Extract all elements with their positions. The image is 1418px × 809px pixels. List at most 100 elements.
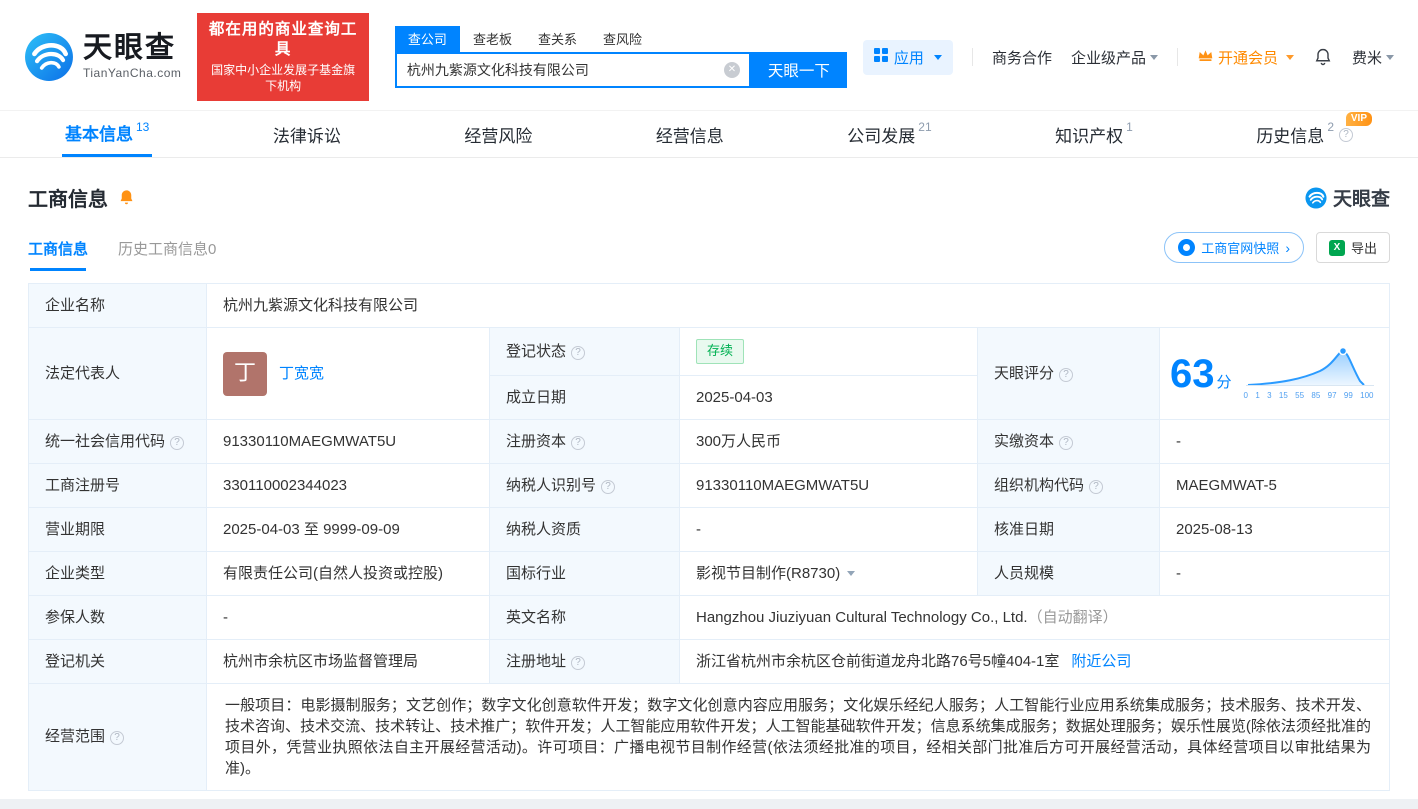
field-value-english-name: Hangzhou Jiuziyuan Cultural Technology C… — [680, 595, 1390, 639]
search-input[interactable] — [397, 54, 749, 86]
search-tab-risk[interactable]: 查风险 — [590, 26, 655, 52]
snapshot-label: 工商官网快照 — [1201, 238, 1279, 257]
open-vip-button[interactable]: 开通会员 — [1197, 47, 1294, 68]
help-icon[interactable] — [1059, 436, 1073, 450]
field-value-reg-status: 存续 — [680, 328, 978, 375]
excel-icon — [1329, 240, 1345, 256]
business-info-table: 企业名称 杭州九紫源文化科技有限公司 法定代表人 丁 丁宽宽 登记状态 存续 天… — [28, 283, 1390, 790]
table-row: 工商注册号 330110002344023 纳税人识别号 91330110MAE… — [29, 463, 1390, 507]
tab-label: 经营信息 — [656, 122, 724, 147]
tab-operation-risk[interactable]: 经营风险 — [461, 111, 535, 157]
tianyancha-swirl-icon — [1305, 187, 1327, 209]
help-icon[interactable] — [170, 436, 184, 450]
search-tab-boss[interactable]: 查老板 — [460, 26, 525, 52]
tianyancha-logo[interactable]: 天眼查 TianYanCha.com — [24, 32, 181, 82]
top-header: 天眼查 TianYanCha.com 都在用的商业查询工具 国家中小企业发展子基… — [0, 0, 1418, 110]
field-value-staff-size: - — [1160, 551, 1390, 595]
notification-bell-button[interactable] — [1313, 47, 1333, 67]
subscribe-bell-icon[interactable] — [117, 188, 136, 207]
field-value-approval-date: 2025-08-13 — [1160, 507, 1390, 551]
field-label-company-name: 企业名称 — [29, 284, 207, 328]
apps-menu-button[interactable]: 应用 — [863, 40, 953, 75]
help-icon[interactable] — [1059, 368, 1073, 382]
main-content: 工商信息 天眼查 工商信息 历史工商信息0 工商官网快照 — [0, 183, 1418, 790]
help-icon[interactable] — [1339, 128, 1353, 142]
export-button[interactable]: 导出 — [1316, 232, 1390, 263]
legal-rep-link[interactable]: 丁宽宽 — [279, 363, 324, 384]
field-label-business-scope: 经营范围 — [29, 683, 207, 790]
tab-label: 公司发展 — [847, 122, 915, 147]
chevron-down-icon — [1150, 55, 1158, 60]
bell-icon — [1313, 47, 1333, 67]
tab-operation-info[interactable]: 经营信息 — [653, 111, 727, 157]
tab-basic-info[interactable]: 基本信息 13 — [62, 111, 152, 157]
tianyancha-watermark: 天眼查 — [1305, 184, 1390, 211]
auto-translate-note: （自动翻译） — [1028, 609, 1118, 626]
field-value-credit-code: 91330110MAEGMWAT5U — [207, 419, 490, 463]
field-label-paid-capital: 实缴资本 — [978, 419, 1160, 463]
field-value-established: 2025-04-03 — [680, 375, 978, 419]
tab-count: 21 — [918, 120, 931, 134]
field-label-established: 成立日期 — [490, 375, 680, 419]
avatar: 丁 — [223, 352, 267, 396]
nav-divider — [972, 48, 973, 66]
next-section-edge — [0, 799, 1418, 809]
help-icon[interactable] — [571, 656, 585, 670]
field-value-taxpayer-id: 91330110MAEGMWAT5U — [680, 463, 978, 507]
vip-badge: VIP — [1346, 112, 1372, 126]
chevron-down-icon[interactable] — [847, 571, 855, 576]
field-value-business-term: 2025-04-03 至 9999-09-09 — [207, 507, 490, 551]
promo-line1: 都在用的商业查询工具 — [208, 20, 358, 60]
tab-count: 1 — [1126, 120, 1133, 134]
field-label-reg-number: 工商注册号 — [29, 463, 207, 507]
tab-intellectual-property[interactable]: 知识产权 1 — [1052, 111, 1136, 157]
subtab-history-business-info[interactable]: 历史工商信息0 — [118, 238, 216, 271]
top-nav: 应用 商务合作 企业级产品 开通会员 费米 — [863, 40, 1394, 75]
help-icon[interactable] — [571, 436, 585, 450]
chevron-down-icon — [934, 55, 942, 60]
score-axis-labels: 013 155585 9799100 — [1244, 390, 1374, 401]
promo-line2: 国家中小企业发展子基金旗下机构 — [208, 63, 358, 94]
field-label-taxpayer-id: 纳税人识别号 — [490, 463, 680, 507]
field-value-insured-count: - — [207, 595, 490, 639]
field-label-reg-capital: 注册资本 — [490, 419, 680, 463]
tab-history-info[interactable]: 历史信息 2 VIP — [1253, 111, 1356, 157]
field-value-reg-capital: 300万人民币 — [680, 419, 978, 463]
field-value-company-type: 有限责任公司(自然人投资或控股) — [207, 551, 490, 595]
user-menu[interactable]: 费米 — [1352, 47, 1394, 68]
field-label-score: 天眼评分 — [978, 328, 1160, 419]
nav-cooperation[interactable]: 商务合作 — [992, 47, 1052, 68]
search-block: 查公司 查老板 查关系 查风险 天眼一下 — [395, 26, 847, 88]
help-icon[interactable] — [601, 480, 615, 494]
field-value-taxpayer-quality: - — [680, 507, 978, 551]
nav-divider — [1177, 48, 1178, 66]
field-value-business-scope: 一般项目：电影摄制服务；文艺创作；数字文化创意软件开发；数字文化创意内容应用服务… — [207, 683, 1390, 790]
table-row: 经营范围 一般项目：电影摄制服务；文艺创作；数字文化创意软件开发；数字文化创意内… — [29, 683, 1390, 790]
tab-company-development[interactable]: 公司发展 21 — [844, 111, 934, 157]
crown-icon — [1197, 48, 1214, 66]
watermark-text: 天眼查 — [1333, 184, 1390, 211]
field-label-reg-status: 登记状态 — [490, 328, 680, 375]
help-icon[interactable] — [1089, 480, 1103, 494]
help-icon[interactable] — [571, 346, 585, 360]
tab-count: 13 — [136, 120, 149, 134]
subtab-business-info[interactable]: 工商信息 — [28, 238, 88, 271]
nearby-companies-link[interactable]: 附近公司 — [1071, 653, 1131, 670]
field-value-reg-authority: 杭州市余杭区市场监督管理局 — [207, 639, 490, 683]
tab-label: 法律诉讼 — [273, 122, 341, 147]
field-value-legal-rep: 丁 丁宽宽 — [207, 328, 490, 419]
field-label-company-type: 企业类型 — [29, 551, 207, 595]
search-tab-company[interactable]: 查公司 — [395, 26, 460, 52]
field-value-industry: 影视节目制作(R8730) — [680, 551, 978, 595]
official-snapshot-button[interactable]: 工商官网快照 — [1164, 232, 1304, 263]
nav-enterprise[interactable]: 企业级产品 — [1071, 47, 1158, 68]
table-row: 企业名称 杭州九紫源文化科技有限公司 — [29, 284, 1390, 328]
brand-name: 天眼查 — [83, 34, 181, 63]
help-icon[interactable] — [110, 731, 124, 745]
enterprise-label: 企业级产品 — [1071, 47, 1146, 68]
search-button[interactable]: 天眼一下 — [751, 52, 847, 88]
search-tab-relation[interactable]: 查关系 — [525, 26, 590, 52]
tab-legal-litigation[interactable]: 法律诉讼 — [270, 111, 344, 157]
tab-label: 历史信息 — [1256, 122, 1324, 147]
tab-label: 知识产权 — [1055, 122, 1123, 147]
